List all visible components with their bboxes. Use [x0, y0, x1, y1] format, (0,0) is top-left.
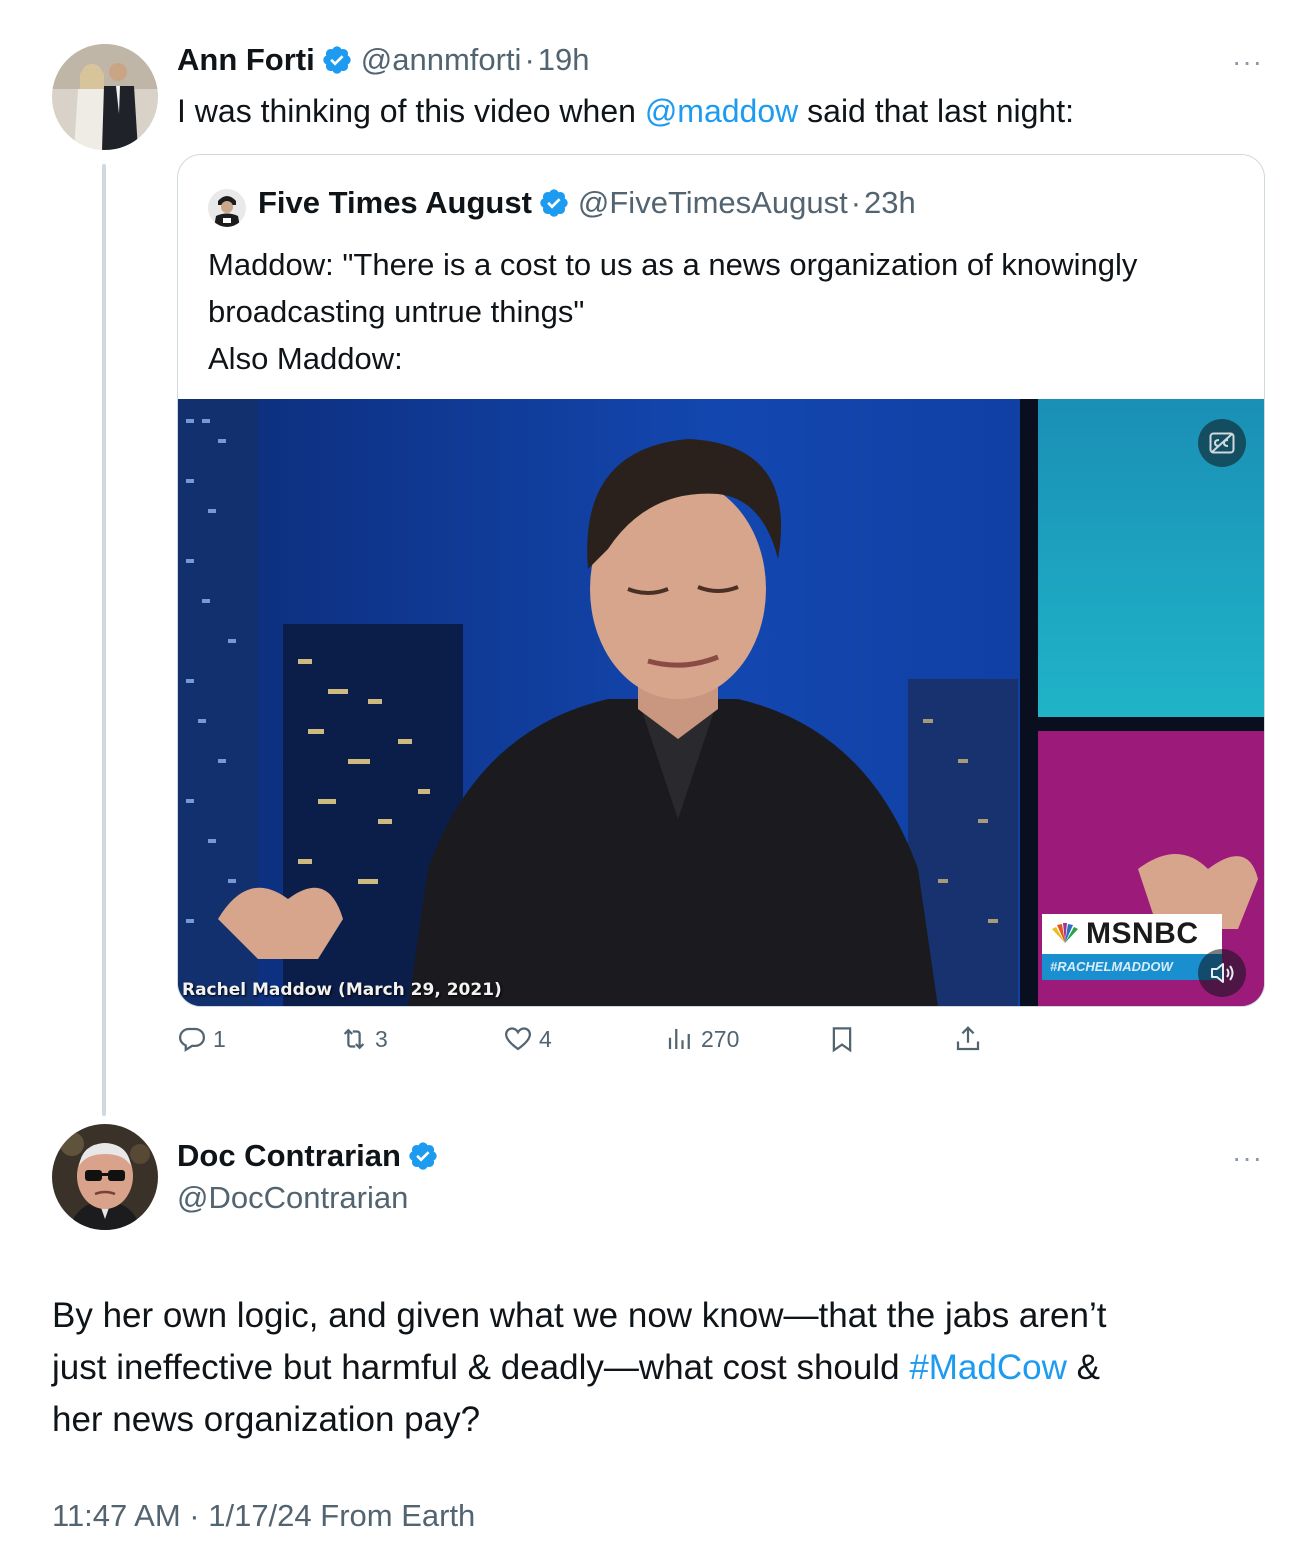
quote-text: Maddow: "There is a cost to us as a news…: [208, 241, 1137, 382]
hashtag-link[interactable]: #MadCow: [909, 1348, 1067, 1387]
speaker-muted-icon: [1211, 963, 1234, 983]
quote-text-line2: broadcasting untrue things": [208, 294, 585, 329]
tweet2-text: By her own logic, and given what we now …: [52, 1290, 1106, 1446]
reply-icon: [178, 1027, 206, 1052]
quoted-tweet-card[interactable]: Five Times August @FiveTimesAugust · 23h…: [177, 154, 1265, 1007]
avatar-ann-forti[interactable]: [52, 44, 158, 150]
repost-button[interactable]: 3: [339, 1024, 388, 1054]
tweet2-text-line1: By her own logic, and given what we now …: [52, 1296, 1107, 1335]
tweet2-header: Doc Contrarian: [177, 1138, 439, 1174]
like-count: 4: [539, 1025, 552, 1052]
author-handle[interactable]: @DocContrarian: [177, 1180, 408, 1216]
quote-header: Five Times August @FiveTimesAugust · 23h: [258, 185, 916, 221]
tweet2-text-line2: just ineffective but harmful & deadly—wh…: [52, 1342, 1106, 1394]
tweet1-text: I was thinking of this video when @maddo…: [177, 88, 1074, 134]
tweet2-text-line3: her news organization pay?: [52, 1400, 481, 1439]
share-button[interactable]: [953, 1024, 983, 1054]
tweet2-text-line2-before: just ineffective but harmful & deadly—wh…: [52, 1348, 910, 1387]
tweet1-header: Ann Forti @annmforti · 19h: [177, 42, 590, 78]
tweet1-text-after: said that last night:: [798, 93, 1074, 129]
captions-toggle-button[interactable]: [1198, 419, 1246, 467]
verified-badge-icon: [407, 1140, 439, 1172]
tweet-time[interactable]: 19h: [538, 42, 590, 78]
network-hashtag-banner: #RACHELMADDOW: [1042, 954, 1222, 980]
views-button[interactable]: 270: [665, 1024, 739, 1054]
separator-dot: ·: [524, 42, 535, 77]
quote-time[interactable]: 23h: [864, 185, 916, 221]
tweet1-text-before: I was thinking of this video when: [177, 93, 645, 129]
captions-icon: [1209, 432, 1235, 454]
heart-icon: [504, 1027, 532, 1051]
quote-author-handle[interactable]: @FiveTimesAugust: [578, 185, 848, 221]
avatar-doc-contrarian[interactable]: [52, 1124, 158, 1230]
video-caption: Rachel Maddow (March 29, 2021): [182, 980, 502, 1000]
avatar-five-times-august[interactable]: [208, 189, 246, 227]
tweet-timestamp-meta[interactable]: 11:47 AM · 1/17/24 From Earth: [52, 1498, 475, 1534]
views-chart-icon: [668, 1029, 690, 1049]
author-handle[interactable]: @annmforti: [361, 42, 522, 78]
thread-connector-line: [102, 164, 106, 1116]
tweet2-text-line2-after: &: [1066, 1348, 1100, 1387]
repost-icon: [343, 1028, 365, 1050]
views-count: 270: [701, 1025, 740, 1052]
like-button[interactable]: 4: [503, 1024, 552, 1054]
more-options-icon[interactable]: ···: [1232, 1142, 1263, 1174]
author-name[interactable]: Ann Forti: [177, 42, 315, 78]
more-options-icon[interactable]: ···: [1232, 46, 1263, 78]
quote-text-line3: Also Maddow:: [208, 341, 403, 376]
bookmark-icon: [832, 1027, 852, 1053]
network-logo-text: MSNBC: [1086, 917, 1199, 950]
mute-toggle-button[interactable]: [1198, 949, 1246, 997]
repost-count: 3: [375, 1025, 388, 1052]
peacock-icon: [1052, 923, 1078, 943]
quote-author-name[interactable]: Five Times August: [258, 185, 532, 221]
author-name[interactable]: Doc Contrarian: [177, 1138, 401, 1174]
verified-badge-icon: [538, 187, 570, 219]
network-logo: MSNBC: [1042, 914, 1222, 954]
share-icon: [956, 1026, 980, 1051]
reply-count: 1: [213, 1025, 226, 1052]
quote-text-line1: Maddow: "There is a cost to us as a news…: [208, 247, 1138, 282]
reply-button[interactable]: 1: [177, 1024, 226, 1054]
separator-dot: ·: [850, 185, 862, 220]
video-player[interactable]: MSNBC #RACHELMADDOW Rachel Maddow (March…: [178, 399, 1264, 1006]
mention-link[interactable]: @maddow: [645, 93, 798, 129]
tweet1-action-bar: 1 3 4 270: [177, 1024, 1027, 1070]
bookmark-button[interactable]: [827, 1024, 857, 1054]
verified-badge-icon: [321, 44, 353, 76]
